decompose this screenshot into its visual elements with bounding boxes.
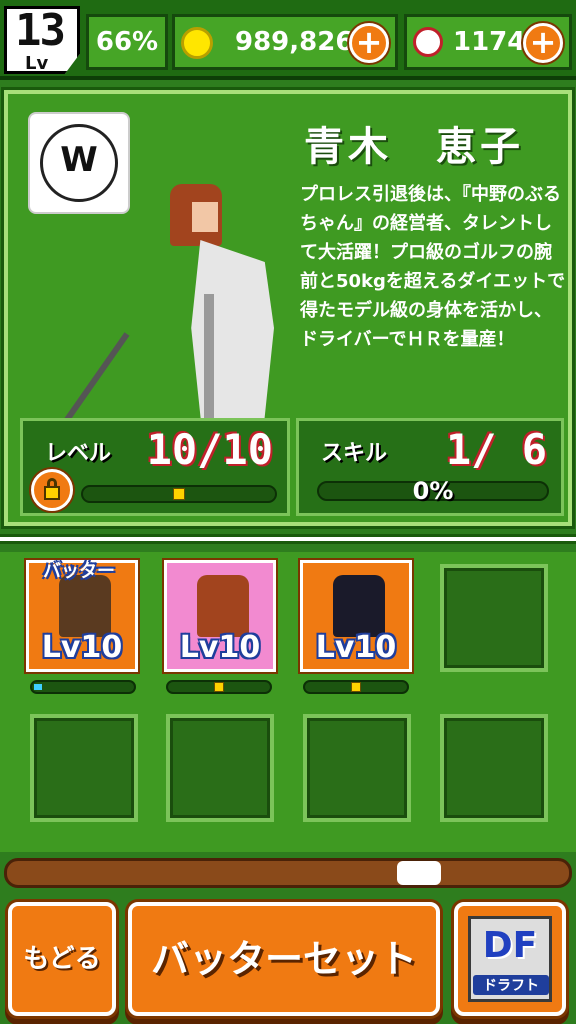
lock-icon	[173, 488, 185, 500]
add-balls-button[interactable]: +	[523, 23, 563, 63]
progress-percent: 66%	[86, 14, 168, 70]
slot-2[interactable]: Lv10	[164, 560, 276, 672]
slot-8-empty[interactable]	[440, 714, 548, 822]
player-level-label: Lv	[25, 53, 49, 74]
lock-icon	[214, 682, 224, 692]
section-divider	[0, 534, 576, 544]
slot-1[interactable]: バッター Lv10	[26, 560, 138, 672]
slot-6-empty[interactable]	[166, 714, 274, 822]
slot-3-progress-bar	[303, 680, 409, 694]
skill-value: 1/ 6	[445, 425, 547, 474]
ball-value: 1174	[453, 27, 526, 57]
level-value: 10/10	[146, 425, 273, 474]
player-level-number: 13	[15, 5, 66, 56]
level-progress-bar	[81, 485, 277, 503]
slot-1-portrait	[59, 575, 111, 637]
team-logo: W	[28, 112, 130, 214]
lock-icon	[351, 682, 361, 692]
slot-3[interactable]: Lv10	[300, 560, 412, 672]
progress-percent-value: 66%	[95, 27, 159, 57]
lock-icon	[44, 486, 60, 500]
slot-7-empty[interactable]	[303, 714, 411, 822]
slot-2-level: Lv10	[179, 630, 261, 665]
slot-2-progress-bar	[166, 680, 272, 694]
top-status-bar: 13 Lv 66% 989,826 + 1174 +	[0, 0, 576, 80]
ball-counter: 1174 +	[404, 14, 572, 70]
add-coins-button[interactable]: +	[349, 23, 389, 63]
skill-percent: 0%	[412, 477, 454, 505]
player-name: 青木 恵子	[304, 124, 524, 170]
level-panel: レベル 10/10	[20, 418, 290, 516]
slot-1-progress-fill	[34, 684, 42, 690]
slot-1-progress-bar	[30, 680, 136, 694]
player-card: W 青木 恵子 プロレス引退後は、『中野のぶるちゃん』の経営者、タレントして大活…	[4, 90, 572, 526]
batter-set-button[interactable]: バッターセット	[128, 902, 440, 1016]
slot-3-level: Lv10	[315, 630, 397, 665]
player-face	[192, 202, 218, 232]
draft-icon: DF ドラフト	[468, 916, 552, 1002]
coin-value: 989,826	[235, 27, 354, 57]
baseball-icon	[413, 27, 443, 57]
team-logo-mark: W	[60, 140, 98, 180]
skill-label: スキル	[321, 441, 388, 466]
player-description: プロレス引退後は、『中野のぶるちゃん』の経営者、タレントして大活躍！プロ級のゴル…	[300, 184, 566, 350]
draft-df-label: DF	[482, 925, 538, 966]
slot-4-empty[interactable]	[440, 564, 548, 672]
level-lock-button[interactable]	[31, 469, 73, 511]
slot-scrollbar[interactable]	[4, 858, 572, 888]
back-button[interactable]: もどる	[8, 902, 116, 1016]
slot-2-portrait	[197, 575, 249, 637]
slot-5-empty[interactable]	[30, 714, 138, 822]
draft-label: ドラフト	[473, 975, 549, 995]
skill-panel: スキル 1/ 6 0%	[296, 418, 564, 516]
scrollbar-thumb[interactable]	[397, 861, 441, 885]
slot-3-portrait	[333, 575, 385, 637]
coin-counter: 989,826 +	[172, 14, 398, 70]
batter-slots: バッター Lv10 Lv10 Lv10	[0, 552, 576, 852]
coin-icon	[181, 27, 213, 59]
player-level-badge: 13 Lv	[4, 6, 80, 74]
draft-button[interactable]: DF ドラフト	[454, 902, 566, 1016]
slot-1-batter-tag: バッター	[43, 561, 115, 582]
slot-1-level: Lv10	[41, 630, 123, 665]
level-label: レベル	[45, 441, 112, 466]
